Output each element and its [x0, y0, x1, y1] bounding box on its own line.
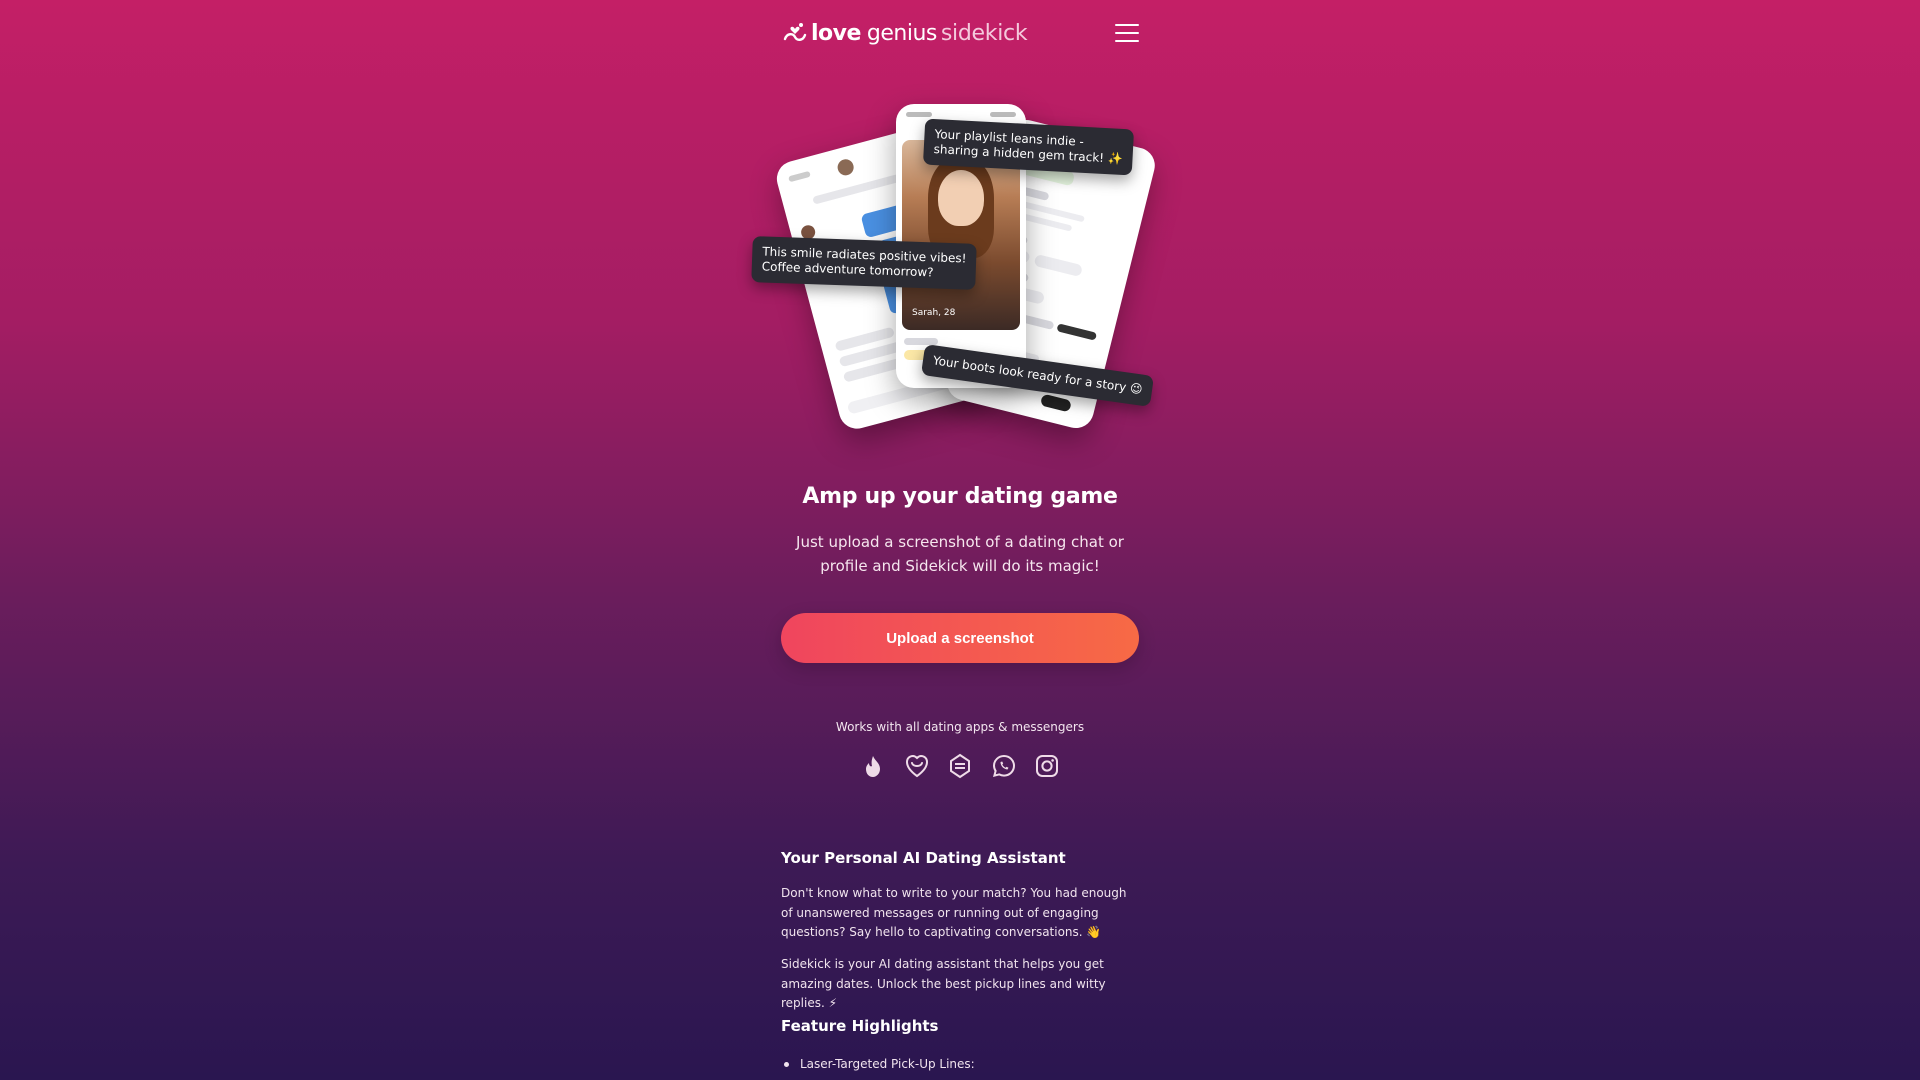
page-title: Amp up your dating game — [802, 484, 1118, 509]
hinge-icon — [947, 753, 973, 779]
bubble-smile-text: This smile radiates positive vibes! Coff… — [761, 244, 967, 280]
logo-genius-text: genius — [866, 20, 937, 46]
logo[interactable]: love genius sidekick — [781, 16, 1028, 50]
instagram-icon — [1034, 753, 1060, 779]
bumble-icon — [904, 753, 930, 779]
about-paragraph: Sidekick is your AI dating assistant tha… — [781, 957, 1106, 1010]
about-paragraph: Don't know what to write to your match? … — [781, 886, 1127, 939]
upload-screenshot-button[interactable]: Upload a screenshot — [781, 613, 1139, 663]
bubble-playlist-text: Your playlist leans indie - sharing a hi… — [933, 127, 1124, 166]
whatsapp-icon — [991, 753, 1017, 779]
section-title-features: Feature Highlights — [781, 1017, 939, 1035]
page-subtitle: Just upload a screenshot of a dating cha… — [796, 533, 1124, 575]
list-item: Laser-Targeted Pick-Up Lines: — [781, 1054, 1139, 1074]
logo-sidekick-text: sidekick — [940, 20, 1028, 46]
hamburger-menu-icon[interactable] — [1115, 21, 1139, 45]
logo-mark-icon — [781, 19, 809, 47]
works-with-text: Works with all dating apps & messengers — [835, 720, 1085, 734]
profile-name: Sarah, 28 — [912, 308, 956, 318]
logo-love-text: love — [811, 20, 861, 46]
section-title-assistant: Your Personal AI Dating Assistant — [781, 849, 1066, 867]
site-header: love genius sidekick — [781, 16, 1139, 50]
feature-list: Laser-Targeted Pick-Up Lines: — [781, 1054, 1139, 1074]
hero-illustration: Sarah, 28 Your playlist leans indie - sh… — [751, 100, 1166, 435]
supported-apps-list — [860, 752, 1060, 780]
tinder-icon — [860, 753, 886, 779]
ai-suggestion-bubble: This smile radiates positive vibes! Coff… — [751, 236, 978, 290]
